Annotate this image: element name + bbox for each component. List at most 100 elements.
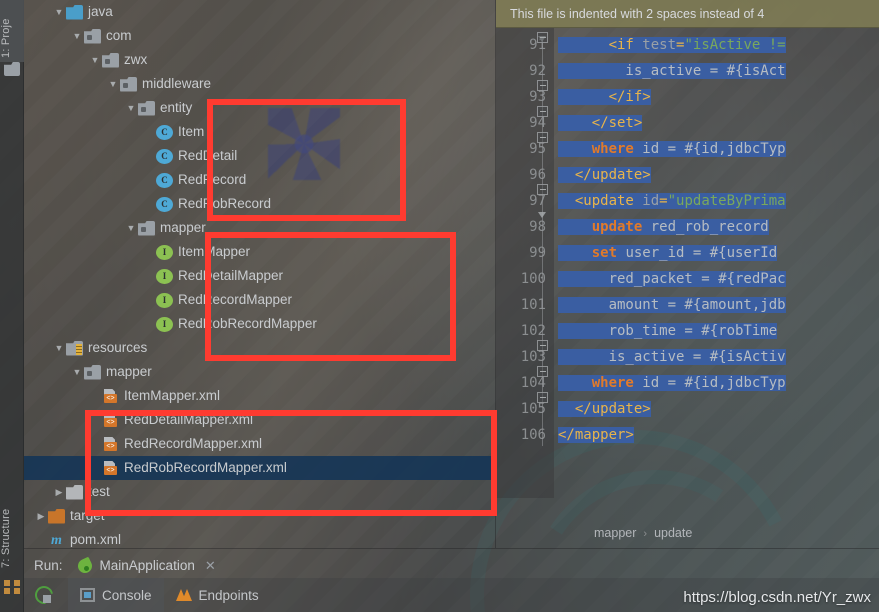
fold-minus-icon[interactable] [537,184,548,195]
fold-minus-icon[interactable] [537,366,548,377]
code-line[interactable]: red_packet = #{redPac [554,266,879,292]
tree-indent-spacer: · [142,288,156,312]
tree-row-redrecordmapper[interactable]: ·I RedRecordMapper [24,288,496,312]
code-line[interactable]: is_active = #{isActiv [554,344,879,370]
chevron-down-icon[interactable]: ▼ [70,360,84,384]
tree-indent-spacer: · [142,168,156,192]
code-token: id [633,193,660,209]
tree-row-com[interactable]: ▼ com [24,24,496,48]
code-line[interactable]: where id = #{id,jdbcTyp [554,370,879,396]
line-number-gutter[interactable]: 91 92 93 94 95 96 97 98 99 100 101 102 103 104 105 106 [496,28,554,498]
code-token: </if> [608,89,651,105]
tree-indent-spacer: · [142,192,156,216]
code-line[interactable]: where id = #{id,jdbcTyp [554,136,879,162]
tree-row-test[interactable]: ▶ test [24,480,496,504]
tool-window-button-project[interactable]: 1: Proje [0,0,24,62]
code-token: </mapper> [558,427,634,443]
tree-row-itemmapper-xml[interactable]: · ItemMapper.xml [24,384,496,408]
chevron-down-icon[interactable]: ▼ [106,72,120,96]
tree-row-middleware[interactable]: ▼ middleware [24,72,496,96]
tree-indent-spacer: · [142,312,156,336]
code-token: "isActive != [684,37,786,53]
code-token: red_rob_record [642,219,769,235]
fold-minus-icon[interactable] [537,132,548,143]
tree-row-redrecordmapper-xml[interactable]: · RedRecordMapper.xml [24,432,496,456]
chevron-down-icon[interactable]: ▼ [124,216,138,240]
code-line[interactable]: </mapper> [554,422,879,448]
chevron-down-icon[interactable]: ▼ [70,24,84,48]
tree-row-redrobrecordmapper[interactable]: ·I RedRobRecordMapper [24,312,496,336]
code-line[interactable]: </set> [554,110,879,136]
tool-window-button-structure[interactable]: 7: Structure [0,490,24,568]
breadcrumb-item[interactable]: update [654,526,692,540]
java-interface-icon: I [156,316,173,332]
tree-row-pom-xml[interactable]: ·m pom.xml [24,528,496,552]
run-configuration-name[interactable]: MainApplication [100,552,195,580]
watermark-url: https://blog.csdn.net/Yr_zwx [683,589,871,606]
tree-row-target[interactable]: ▶ target [24,504,496,528]
code-line[interactable]: is_active = #{isAct [554,58,879,84]
tree-row-itemmapper[interactable]: ·I ItemMapper [24,240,496,264]
tree-row-item[interactable]: ·C Item [24,120,496,144]
code-token: update [591,219,643,235]
tree-row-label: pom.xml [70,532,122,547]
fold-minus-icon[interactable] [537,392,548,403]
tree-row-label: middleware [142,76,212,91]
source-folder-icon [66,4,83,20]
code-line[interactable]: set user_id = #{userId [554,240,879,266]
chevron-down-icon[interactable]: ▼ [88,48,102,72]
xml-file-icon [102,389,119,404]
tab-console[interactable]: Console [68,578,164,612]
code-text[interactable]: <if test="isActive != is_active = #{isAc… [554,28,879,498]
code-line[interactable]: </update> [554,396,879,422]
tab-endpoints-label: Endpoints [198,587,259,603]
code-line[interactable]: amount = #{amount,jdb [554,292,879,318]
breadcrumb-item[interactable]: mapper [594,526,636,540]
chevron-down-icon[interactable]: ▼ [52,0,66,24]
code-line[interactable]: </update> [554,162,879,188]
tree-row-label: test [88,484,110,499]
code-line[interactable]: <if test="isActive != [554,32,879,58]
breadcrumb[interactable]: mapper › update [496,520,879,546]
tree-row-java[interactable]: ▼ java [24,0,496,24]
code-line[interactable]: update red_rob_record [554,214,879,240]
tree-row-redrobrecordmapper-xml[interactable]: · RedRobRecordMapper.xml [24,456,496,480]
code-token: </set> [591,115,643,131]
tree-row-redrecord[interactable]: ·C RedRecord [24,168,496,192]
fold-minus-icon[interactable] [537,32,548,43]
spring-boot-icon [77,558,93,574]
chevron-right-icon[interactable]: ▶ [52,480,66,504]
tree-row-mapper[interactable]: ▼ mapper [24,216,496,240]
project-tree[interactable]: ▼java▼com▼zwx▼middleware▼entity·CItem·CR… [24,0,496,555]
rerun-icon[interactable] [32,583,56,607]
code-editor: This file is indented with 2 spaces inst… [496,0,879,555]
package-icon [102,52,119,68]
tree-row-entity[interactable]: ▼ entity [24,96,496,120]
tree-row-reddetailmapper[interactable]: ·I RedDetailMapper [24,264,496,288]
close-icon[interactable]: ✕ [205,552,216,580]
code-folding-rail[interactable] [537,32,549,498]
xml-file-icon [102,413,119,428]
chevron-down-icon[interactable]: ▼ [52,336,66,360]
tree-row-reddetail[interactable]: ·C RedDetail [24,144,496,168]
package-icon [120,76,137,92]
tree-row-mapper[interactable]: ▼ mapper [24,360,496,384]
code-line[interactable]: </if> [554,84,879,110]
code-token: red_packet = #{redPac [558,271,786,287]
fold-minus-icon[interactable] [537,340,548,351]
tree-row-zwx[interactable]: ▼ zwx [24,48,496,72]
tree-row-resources[interactable]: ▼ resources [24,336,496,360]
fold-minus-icon[interactable] [537,106,548,117]
editor-notification-banner[interactable]: This file is indented with 2 spaces inst… [496,0,879,28]
tree-row-reddetailmapper-xml[interactable]: · RedDetailMapper.xml [24,408,496,432]
fold-minus-icon[interactable] [537,80,548,91]
fold-arrow-icon[interactable] [537,212,548,221]
code-line[interactable]: <update id="updateByPrima [554,188,879,214]
tab-endpoints[interactable]: Endpoints [164,578,271,612]
chevron-right-icon[interactable]: ▶ [34,504,48,528]
chevron-down-icon[interactable]: ▼ [124,96,138,120]
code-token: amount = #{amount,jdb [558,297,786,313]
code-line[interactable]: rob_time = #{robTime [554,318,879,344]
tree-row-redrobrecord[interactable]: ·C RedRobRecord [24,192,496,216]
